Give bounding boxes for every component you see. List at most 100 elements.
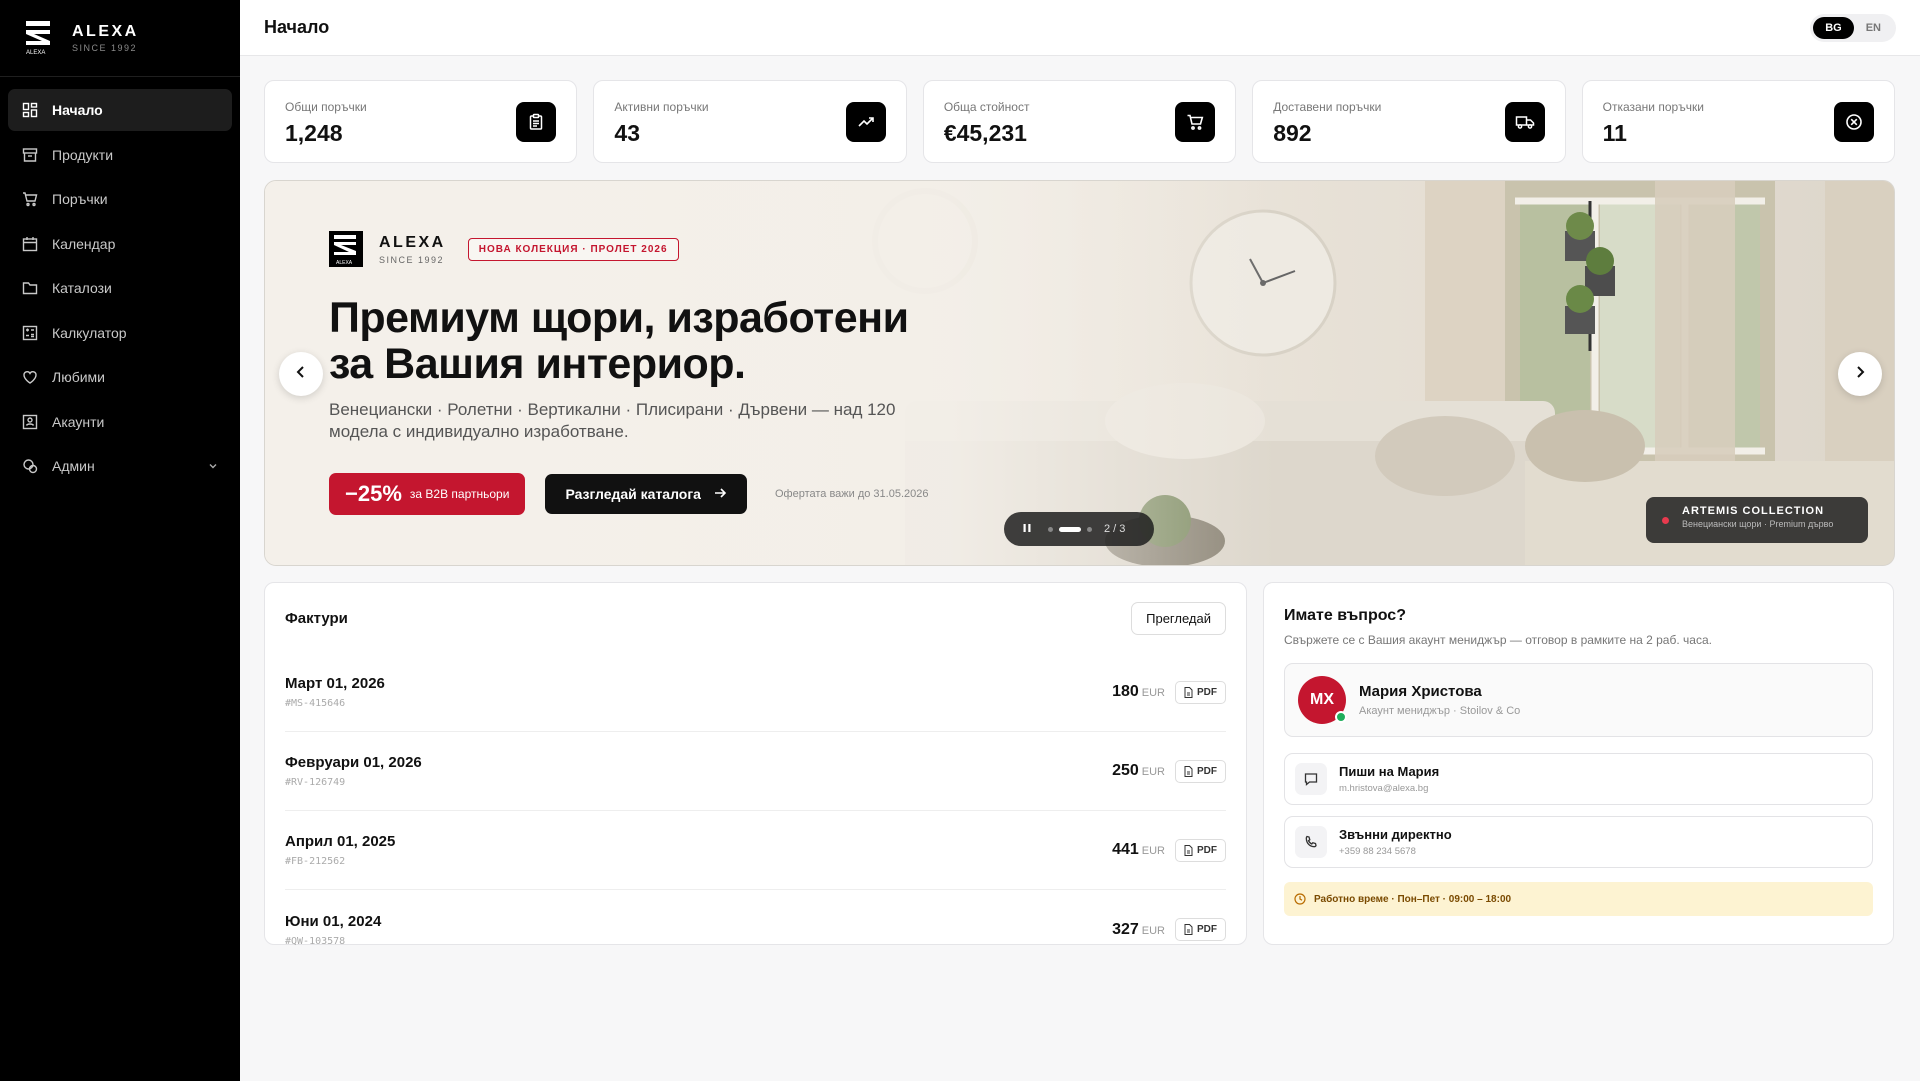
invoice-row[interactable]: Февруари 01, 2026 #RV-126749 250 EUR PDF xyxy=(285,732,1226,811)
pdf-download-button[interactable]: PDF xyxy=(1175,759,1226,783)
new-collection-badge: НОВА КОЛЕКЦИЯ · ПРОЛЕТ 2026 xyxy=(467,237,679,261)
chevron-down-icon[interactable] xyxy=(208,458,218,474)
file-icon xyxy=(1184,924,1193,935)
heart-icon xyxy=(22,369,38,385)
write-label: Пиши на Мария xyxy=(1339,764,1440,779)
pdf-download-button[interactable]: PDF xyxy=(1175,838,1226,862)
carousel-dot[interactable] xyxy=(1087,526,1092,532)
language-switcher: BG EN xyxy=(1810,13,1896,42)
brand-logo[interactable]: ALEXA ALEXA SINCE 1992 xyxy=(0,0,240,77)
sidebar-item-label: Акаунти xyxy=(52,413,105,430)
hero-content: ALEXA ALEXA SINCE 1992 НОВА КОЛЕКЦИЯ · П… xyxy=(329,231,969,515)
promo-label: за B2B партньори xyxy=(409,487,510,501)
view-invoices-button[interactable]: Прегледай xyxy=(1131,601,1226,635)
sidebar: ALEXA ALEXA SINCE 1992 Начало Продукти П… xyxy=(0,0,240,1081)
sidebar-item-products[interactable]: Продукти xyxy=(8,134,232,176)
hero-brand: ALEXA ALEXA SINCE 1992 НОВА КОЛЕКЦИЯ · П… xyxy=(329,231,969,267)
sidebar-item-calendar[interactable]: Календар xyxy=(8,223,232,265)
pause-icon[interactable] xyxy=(1022,523,1032,536)
chevron-right-icon xyxy=(1853,365,1867,384)
invoice-currency: EUR xyxy=(1141,845,1165,857)
call-manager-button[interactable]: Звънни директно +359 88 234 5678 xyxy=(1284,816,1873,868)
dashboard-icon xyxy=(22,102,38,118)
invoice-currency: EUR xyxy=(1141,924,1165,937)
invoice-number: #QW-103578 xyxy=(285,935,346,947)
sidebar-item-favorites[interactable]: Любими xyxy=(8,356,232,398)
invoice-amount-value: 441 xyxy=(1112,841,1139,858)
carousel-dot-active[interactable] xyxy=(1059,526,1081,532)
carousel-controls: 2 / 3 xyxy=(1004,512,1154,546)
invoice-date: Април 01, 2025 xyxy=(285,833,396,850)
sidebar-item-admin[interactable]: Админ xyxy=(8,445,232,487)
box-icon xyxy=(22,147,38,163)
logo-mark-text: ALEXA xyxy=(336,260,353,266)
stat-card-total-orders[interactable]: Общи поръчки 1,248 xyxy=(264,80,578,163)
hero-banner: ALEXA ALEXA SINCE 1992 НОВА КОЛЕКЦИЯ · П… xyxy=(264,180,1895,566)
carousel-dot[interactable] xyxy=(1048,526,1053,532)
carousel-next-button[interactable] xyxy=(1838,352,1882,396)
sidebar-item-label: Начало xyxy=(52,102,103,118)
pdf-label: PDF xyxy=(1197,844,1217,856)
cancel-circle-icon xyxy=(1834,102,1875,142)
manager-email: m.hristova@alexa.bg xyxy=(1339,783,1429,794)
browse-catalog-button[interactable]: Разгледай каталога xyxy=(545,474,747,514)
stat-card-active-orders[interactable]: Активни поръчки 43 xyxy=(593,80,907,163)
stat-card-total-value[interactable]: Обща стойност €45,231 xyxy=(922,80,1237,163)
support-title: Имате въпрос? xyxy=(1284,607,1406,624)
cart-icon xyxy=(1175,102,1216,142)
call-label: Звънни директно xyxy=(1339,827,1452,842)
hero-subtitle: Венециански · Ролетни · Вертикални · Пли… xyxy=(329,400,896,441)
invoice-currency: EUR xyxy=(1141,766,1165,778)
alexa-logo-icon: ALEXA xyxy=(26,21,50,55)
invoice-amount: 327 EUR xyxy=(1112,921,1165,939)
working-hours-banner: Работно време · Пон–Пет · 09:00 – 18:00 xyxy=(1284,882,1873,916)
invoices-panel: Фактури Прегледай Март 01, 2026 #MS-4156… xyxy=(264,582,1247,947)
manager-name: Мария Христова xyxy=(1359,683,1482,700)
write-to-manager-button[interactable]: Пиши на Мария m.hristova@alexa.bg xyxy=(1284,753,1873,805)
sidebar-item-accounts[interactable]: Акаунти xyxy=(8,401,232,443)
chevron-left-icon xyxy=(294,365,308,384)
sidebar-item-label: Любими xyxy=(52,369,105,385)
lang-bg-button[interactable]: BG xyxy=(1813,16,1854,39)
support-panel: Имате въпрос? Свържете се с Вашия акаунт… xyxy=(1263,582,1894,945)
pdf-download-button[interactable]: PDF xyxy=(1175,918,1226,941)
invoice-row[interactable]: Април 01, 2025 #FB-212562 441 EUR PDF xyxy=(285,811,1226,890)
brand-name: ALEXA xyxy=(72,23,139,40)
cart-icon xyxy=(22,191,38,207)
phone-icon xyxy=(1295,826,1327,858)
pdf-label: PDF xyxy=(1197,924,1217,935)
hero-headline-line: Премиум щори, изработени xyxy=(329,294,909,342)
admin-icon xyxy=(22,458,38,474)
sidebar-item-label: Продукти xyxy=(52,146,114,163)
invoice-row[interactable]: Юни 01, 2024 #QW-103578 327 EUR PDF xyxy=(285,890,1226,969)
stat-label: Доставени поръчки xyxy=(1273,100,1382,114)
sidebar-item-label: Поръчки xyxy=(52,191,108,207)
avatar-initials: МХ xyxy=(1310,691,1334,708)
hero-brand-name: ALEXA xyxy=(379,233,446,251)
manager-role: Акаунт мениджър · Stoilov & Co xyxy=(1359,705,1521,717)
sidebar-item-orders[interactable]: Поръчки xyxy=(8,178,232,220)
invoice-number: #MS-415646 xyxy=(285,698,346,709)
invoice-number: #RV-126749 xyxy=(285,777,346,788)
pdf-download-button[interactable]: PDF xyxy=(1175,680,1226,704)
stat-card-delivered[interactable]: Доставени поръчки 892 xyxy=(1252,80,1566,163)
sidebar-item-catalogs[interactable]: Каталози xyxy=(8,267,232,309)
logo-mark-text: ALEXA xyxy=(26,50,45,55)
offer-note: Офертата важи до 31.05.2026 xyxy=(774,488,929,500)
collection-tag[interactable]: ARTEMIS COLLECTION Венециански щори · Pr… xyxy=(1646,497,1868,543)
sidebar-item-calculator[interactable]: Калкулатор xyxy=(8,312,232,354)
hero-headline: Премиум щори, изработени за Вашия интери… xyxy=(329,295,969,387)
sidebar-item-home[interactable]: Начало xyxy=(8,89,232,131)
sidebar-item-label: Калкулатор xyxy=(52,324,127,341)
carousel-prev-button[interactable] xyxy=(279,352,323,396)
invoice-row[interactable]: Март 01, 2026 #MS-415646 180 EUR PDF xyxy=(285,653,1226,732)
file-icon xyxy=(1184,686,1193,698)
promo-b2b-button[interactable]: −25% за B2B партньори xyxy=(329,473,526,515)
online-status-icon xyxy=(1335,711,1347,723)
lang-en-button[interactable]: EN xyxy=(1854,17,1893,39)
clipboard-icon xyxy=(516,102,557,142)
pdf-label: PDF xyxy=(1197,765,1217,777)
stat-card-cancelled[interactable]: Отказани поръчки 11 xyxy=(1581,80,1896,163)
stats-row: Общи поръчки 1,248 Активни поръчки 43 Об… xyxy=(264,80,1896,163)
account-manager-card[interactable]: МХ Мария Христова Акаунт мениджър · Stoi… xyxy=(1284,663,1873,737)
